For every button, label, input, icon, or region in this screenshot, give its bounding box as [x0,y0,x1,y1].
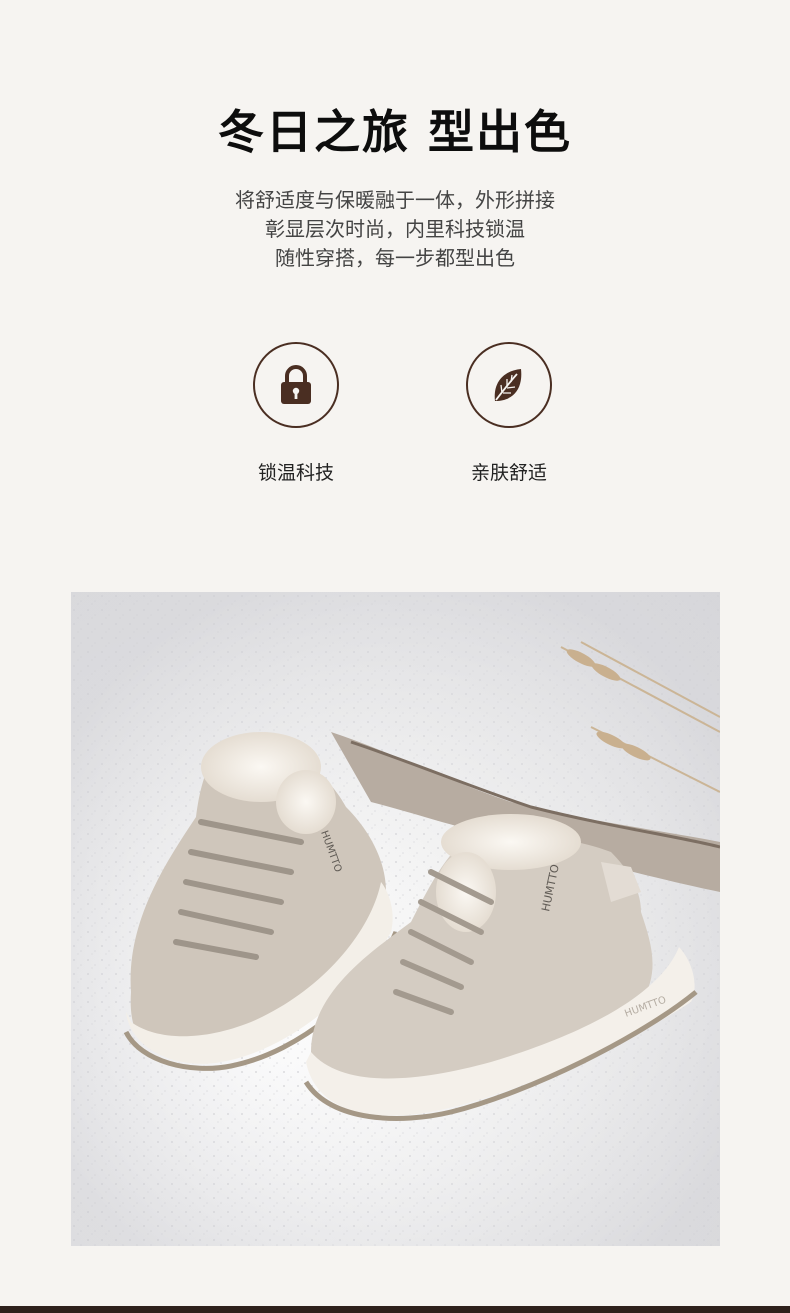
feature-icon-circle [253,342,339,428]
product-photo-illustration: HUMTTO HUMTTO HUMTTO [71,592,720,1246]
feature-skin-comfort: 亲肤舒适 [429,342,589,485]
padlock-icon [281,365,311,404]
feature-label: 亲肤舒适 [470,462,547,484]
leaf-icon [494,369,522,401]
bottom-divider [0,1306,790,1313]
feature-label: 锁温科技 [257,462,334,484]
product-photo: HUMTTO HUMTTO HUMTTO [71,592,720,1246]
feature-lock-warmth: 锁温科技 [216,342,376,485]
feature-icon-circle [466,342,552,428]
subtitle-line-3: 随性穿搭，每一步都型出色 [275,246,515,270]
page-title: 冬日之旅 型出色 [217,105,572,159]
subtitle: 将舒适度与保暖融于一体，外形拼接 彰显层次时尚，内里科技锁温 随性穿搭，每一步都… [0,186,790,273]
subtitle-line-1: 将舒适度与保暖融于一体，外形拼接 [235,188,555,212]
subtitle-line-2: 彰显层次时尚，内里科技锁温 [265,217,525,241]
